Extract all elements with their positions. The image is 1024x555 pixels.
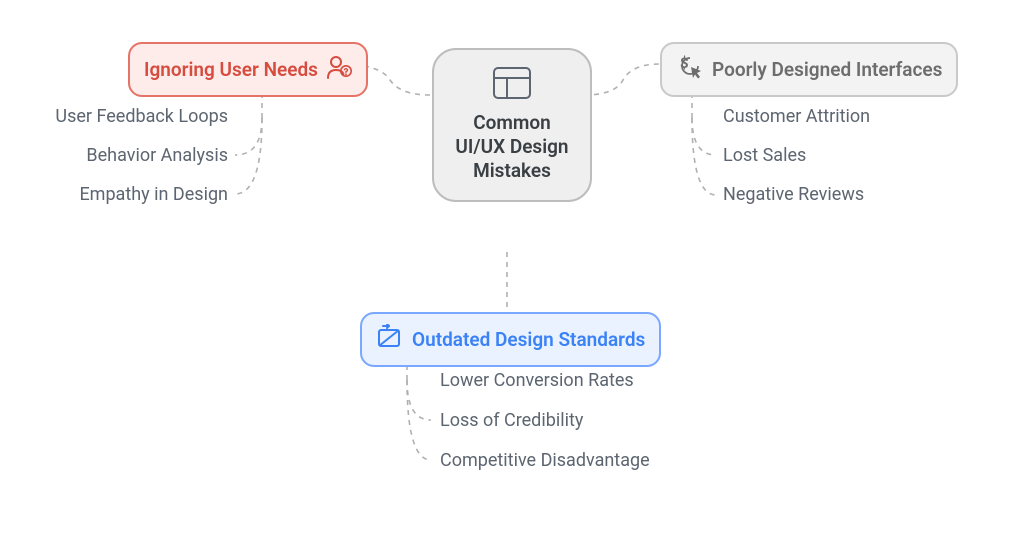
svg-text:$: $ (680, 54, 689, 72)
sub-item-customer-attrition: Customer Attrition (723, 106, 870, 127)
sub-item-user-feedback-loops: User Feedback Loops (55, 106, 228, 127)
sub-item-lower-conversion: Lower Conversion Rates (440, 370, 634, 391)
node-poorly-designed-interfaces: $ Poorly Designed Interfaces (660, 42, 958, 97)
refresh-design-icon (376, 324, 404, 355)
node-bottom-label: Outdated Design Standards (412, 328, 645, 351)
sub-item-competitive-disadvantage: Competitive Disadvantage (440, 450, 650, 471)
sub-item-behavior-analysis: Behavior Analysis (86, 145, 228, 166)
sub-item-loss-credibility: Loss of Credibility (440, 410, 583, 431)
center-title: Common UI/UX Design Mistakes (452, 111, 572, 182)
sub-item-negative-reviews: Negative Reviews (723, 184, 864, 205)
node-outdated-design-standards: Outdated Design Standards (360, 312, 661, 367)
node-ignoring-user-needs: Ignoring User Needs (128, 42, 368, 97)
node-left-label: Ignoring User Needs (144, 58, 318, 81)
user-question-icon (326, 54, 352, 85)
node-right-label: Poorly Designed Interfaces (712, 58, 942, 81)
layout-icon (492, 66, 532, 105)
mindmap-canvas: Common UI/UX Design Mistakes Ignoring Us… (0, 0, 1024, 555)
sub-item-empathy-in-design: Empathy in Design (79, 184, 228, 205)
center-node: Common UI/UX Design Mistakes (432, 48, 592, 202)
dollar-cursor-icon: $ (676, 54, 704, 85)
sub-item-lost-sales: Lost Sales (723, 145, 806, 166)
